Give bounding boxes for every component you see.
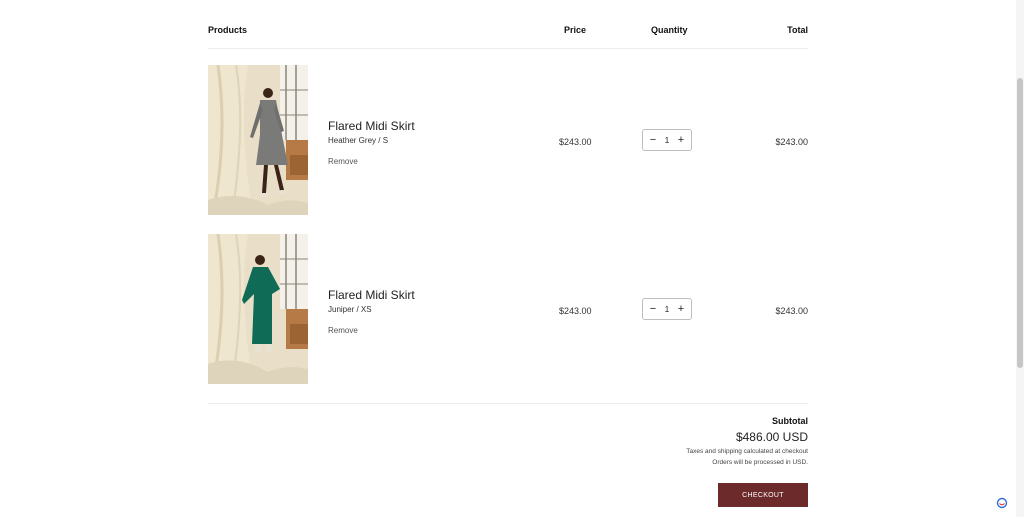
cart-item-row: Flared Midi Skirt Heather Grey / S Remov…: [208, 49, 808, 218]
plus-icon[interactable]: +: [676, 134, 686, 146]
scrollbar[interactable]: [1016, 0, 1024, 517]
plus-icon[interactable]: +: [676, 303, 686, 315]
quantity-stepper: − 1 +: [642, 129, 692, 151]
remove-link[interactable]: Remove: [328, 326, 415, 335]
product-photo-grey-dress-icon: [208, 65, 308, 215]
item-total: $243.00: [775, 306, 808, 316]
currency-note: Orders will be processed in USD.: [712, 459, 808, 466]
price-column-header: Price: [564, 25, 587, 35]
quantity-stepper: − 1 +: [642, 298, 692, 320]
item-total: $243.00: [775, 137, 808, 147]
item-variant: Heather Grey / S: [328, 136, 389, 145]
cart-item-row: Flared Midi Skirt Juniper / XS Remove $2…: [208, 218, 808, 387]
item-title[interactable]: Flared Midi Skirt: [328, 119, 415, 133]
cart-page: Products Price Quantity Total Flared Mid…: [0, 0, 1024, 517]
item-info: Flared Midi Skirt Heather Grey / S Remov…: [328, 119, 415, 166]
product-photo-green-dress-icon: [208, 234, 308, 384]
cart-summary: Subtotal $486.00 USD Taxes and shipping …: [686, 416, 808, 466]
cart-header-row: Products Price Quantity Total: [208, 0, 808, 49]
products-column-header: Products: [208, 25, 248, 35]
tax-note: Taxes and shipping calculated at checkou…: [686, 448, 808, 455]
cart-table: Products Price Quantity Total Flared Mid…: [208, 0, 808, 387]
chat-widget-icon[interactable]: [996, 496, 1008, 509]
item-variant: Juniper / XS: [328, 305, 372, 314]
minus-icon[interactable]: −: [648, 303, 658, 315]
quantity-value[interactable]: 1: [665, 136, 669, 145]
quantity-column-header: Quantity: [651, 25, 688, 35]
product-image[interactable]: [208, 234, 308, 384]
quantity-value[interactable]: 1: [665, 305, 669, 314]
checkout-button[interactable]: CHECKOUT: [718, 483, 808, 507]
item-price: $243.00: [559, 137, 592, 147]
item-info: Flared Midi Skirt Juniper / XS Remove: [328, 288, 415, 335]
subtotal-amount: $486.00 USD: [735, 430, 808, 444]
summary-divider: [208, 403, 808, 404]
item-price: $243.00: [559, 306, 592, 316]
scrollbar-thumb[interactable]: [1017, 78, 1023, 368]
remove-link[interactable]: Remove: [328, 157, 415, 166]
item-title[interactable]: Flared Midi Skirt: [328, 288, 415, 302]
total-column-header: Total: [787, 25, 808, 35]
product-image[interactable]: [208, 65, 308, 215]
subtotal-label: Subtotal: [772, 416, 808, 426]
minus-icon[interactable]: −: [648, 134, 658, 146]
